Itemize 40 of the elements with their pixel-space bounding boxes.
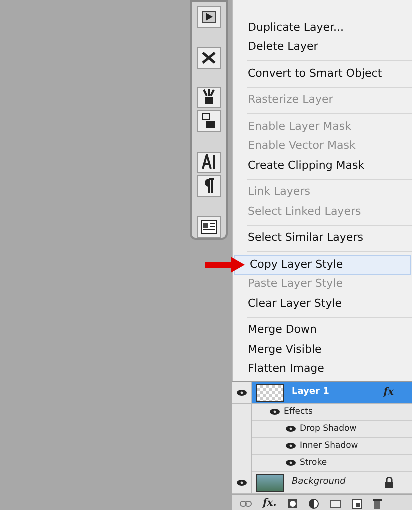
layer-name: Layer 1 <box>292 386 330 399</box>
fx-button[interactable]: fx. <box>263 496 277 510</box>
menu-item[interactable]: Copy Layer Style <box>234 255 411 274</box>
menu-item[interactable]: Flatten Image <box>233 360 412 379</box>
effect-name[interactable]: Stroke <box>300 456 328 470</box>
link-icon[interactable] <box>240 500 252 506</box>
fx-label: fx <box>384 386 394 400</box>
effect-name[interactable]: Inner Shadow <box>300 440 358 452</box>
layer-row[interactable]: Background <box>252 472 412 493</box>
play-icon[interactable] <box>197 6 221 28</box>
menu-item[interactable]: Delete Layer <box>233 38 412 57</box>
menu-item[interactable]: Select Similar Layers <box>233 228 412 248</box>
menu-item[interactable]: Create Clipping Mask <box>233 156 412 176</box>
layer-row[interactable]: Layer 1 fx <box>252 382 412 403</box>
half-circle-icon[interactable] <box>308 498 319 508</box>
menu-item[interactable]: Convert to Smart Object <box>233 64 412 84</box>
eye-icon[interactable] <box>236 390 246 396</box>
mask-icon[interactable] <box>288 498 298 508</box>
eye-icon[interactable] <box>236 480 246 486</box>
layer-name: Background <box>292 476 347 489</box>
new-layer-icon[interactable] <box>352 498 362 508</box>
menu-item[interactable]: Duplicate Layer... <box>233 18 412 38</box>
eye-icon[interactable] <box>286 443 296 449</box>
effect-name[interactable]: Drop Shadow <box>300 422 357 436</box>
arrow-icon <box>205 257 245 273</box>
menu-item[interactable]: Clear Layer Style <box>233 294 412 314</box>
stamp-icon[interactable] <box>197 110 221 132</box>
brush-cup-icon[interactable] <box>197 86 221 108</box>
menu-item[interactable]: Merge Down <box>233 320 412 340</box>
menu-item[interactable]: Merge Visible <box>233 340 412 360</box>
trash-icon[interactable] <box>372 498 382 509</box>
eye-icon[interactable] <box>286 460 296 466</box>
effect-name[interactable]: Effects <box>284 406 313 418</box>
scissors-icon[interactable] <box>197 47 221 69</box>
folder-icon[interactable] <box>330 499 341 508</box>
document-icon[interactable] <box>197 216 221 238</box>
eye-icon[interactable] <box>286 426 296 432</box>
eye-icon[interactable] <box>270 409 280 415</box>
paragraph-icon[interactable] <box>197 175 221 197</box>
type-icon[interactable] <box>197 152 221 174</box>
